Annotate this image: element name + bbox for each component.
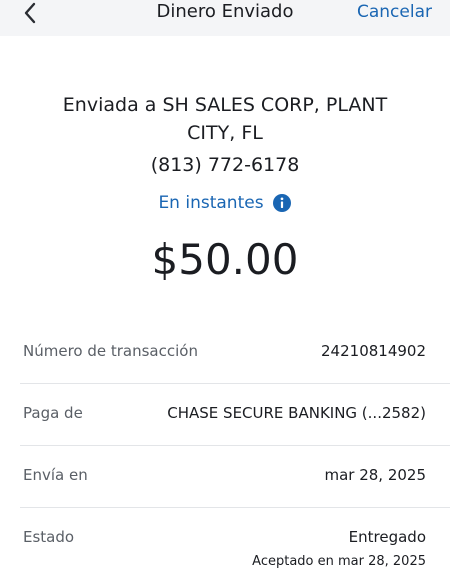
delivery-speed-label: En instantes [158,193,264,213]
info-icon[interactable] [272,193,292,213]
detail-row-send-on: Envía en mar 28, 2025 [20,446,450,508]
status-subvalue: Aceptado en mar 28, 2025 [252,554,426,569]
detail-label: Número de transacción [23,342,198,360]
status-value: Entregado [348,528,426,546]
recipient-name: SH SALES CORP, PLANT CITY, FL [162,94,388,144]
detail-label: Estado [23,528,75,546]
recipient-prefix: Enviada a [62,94,163,116]
top-bar: Dinero Enviado Cancelar [0,0,450,36]
recipient-phone: (813) 772-6178 [150,154,300,176]
detail-row-pay-from: Paga de CHASE SECURE BANKING (...2582) [20,384,450,446]
detail-row-transaction-number: Número de transacción 24210814902 [20,322,450,384]
detail-value: 24210814902 [321,342,426,360]
amount: $50.00 [151,235,299,284]
detail-value: CHASE SECURE BANKING (...2582) [167,404,426,422]
recipient-line: Enviada a SH SALES CORP, PLANT CITY, FL [50,91,400,147]
detail-row-status: Estado Entregado Aceptado en mar 28, 202… [20,508,450,569]
details-list: Número de transacción 24210814902 Paga d… [0,322,450,569]
detail-value: mar 28, 2025 [324,466,426,484]
detail-label: Envía en [23,466,88,484]
detail-label: Paga de [23,404,83,422]
cancel-button[interactable]: Cancelar [357,0,432,24]
delivery-speed[interactable]: En instantes [0,190,450,216]
